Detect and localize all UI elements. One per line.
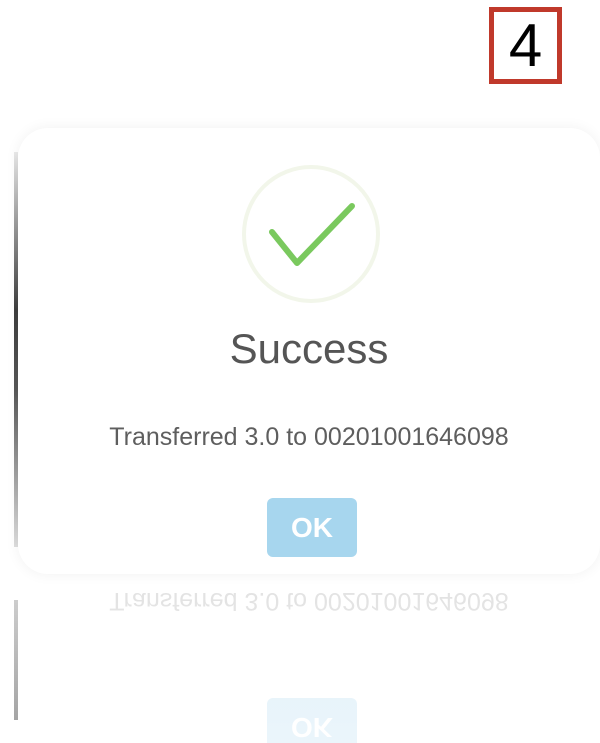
dialog-message: Transferred 3.0 to 00201001646098: [109, 423, 509, 451]
reflection-fade: [18, 578, 600, 743]
step-number-badge: 4: [489, 7, 562, 84]
ok-button[interactable]: OK: [267, 498, 357, 557]
dialog-reflection: OK Transferred 3.0 to 00201001646098: [18, 578, 600, 743]
success-icon-circle: [242, 165, 380, 303]
step-number: 4: [508, 11, 543, 79]
checkmark-icon: [269, 203, 355, 266]
dialog-title: Success: [229, 325, 389, 372]
success-dialog: Success Transferred 3.0 to 0020100164609…: [18, 128, 600, 574]
